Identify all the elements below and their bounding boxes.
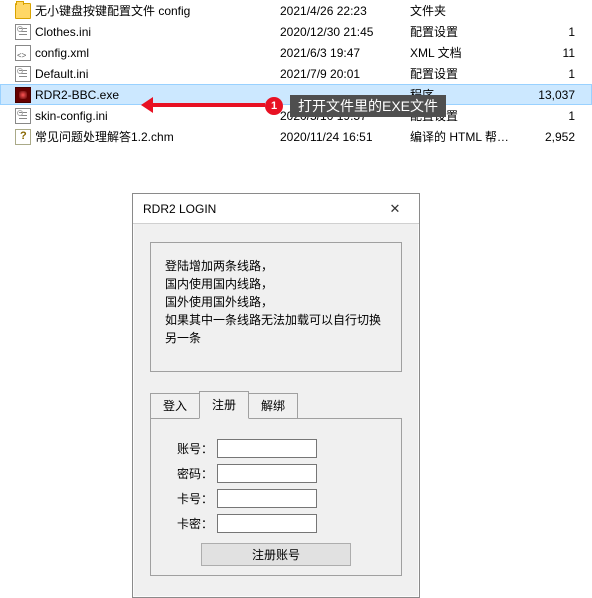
file-type: 编译的 HTML 帮… [410,128,525,145]
chm-icon [15,129,31,145]
info-panel: 登陆增加两条线路， 国内使用国内线路， 国外使用国外线路， 如果其中一条线路无法… [150,242,402,372]
annotation-arrow [145,103,265,107]
cardpwd-input[interactable] [217,514,317,533]
folder-icon [15,3,31,19]
file-date: 2021/7/9 20:01 [280,67,410,81]
register-button[interactable]: 注册账号 [201,543,351,566]
file-date: 2020/12/30 21:45 [280,25,410,39]
file-size: 1 [525,67,575,81]
tab-register[interactable]: 注册 [199,391,249,419]
tab-unbind[interactable]: 解绑 [248,393,298,419]
ini-icon [15,24,31,40]
login-window: RDR2 LOGIN 登陆增加两条线路， 国内使用国内线路， 国外使用国外线路，… [132,193,420,598]
file-type: 文件夹 [410,2,525,19]
file-name: Clothes.ini [35,25,280,39]
password-label: 密码： [167,465,213,482]
file-size: 11 [525,46,575,60]
file-name: skin-config.ini [35,109,280,123]
file-size: 2,952 [525,130,575,144]
tabs: 登入 注册 解绑 [150,393,402,419]
file-row[interactable]: 常见问题处理解答1.2.chm 2020/11/24 16:51 编译的 HTM… [0,126,592,147]
titlebar[interactable]: RDR2 LOGIN [133,194,419,224]
file-name: RDR2-BBC.exe [35,88,280,102]
exe-icon [15,87,31,103]
window-title: RDR2 LOGIN [143,202,375,216]
file-size: 13,037 [525,88,575,102]
ini-icon [15,66,31,82]
file-list: 无小键盘按键配置文件 config 2021/4/26 22:23 文件夹 Cl… [0,0,592,147]
file-size: 1 [525,109,575,123]
file-name: config.xml [35,46,280,60]
file-date: 2021/6/3 19:47 [280,46,410,60]
password-input[interactable] [217,464,317,483]
annotation-tip-1: 打开文件里的EXE文件 [290,95,446,117]
file-date: 2021/4/26 22:23 [280,4,410,18]
cardno-label: 卡号： [167,490,213,507]
xml-icon [15,45,31,61]
file-name: 无小键盘按键配置文件 config [35,2,280,19]
tab-login[interactable]: 登入 [150,393,200,419]
file-type: 配置设置 [410,23,525,40]
tab-page-register: 账号： 密码： 卡号： 卡密： 注册账号 [150,418,402,576]
close-button[interactable] [375,196,415,222]
tab-container: 登入 注册 解绑 账号： 密码： 卡号： 卡密： 注册账号 [150,392,402,575]
file-row[interactable]: config.xml 2021/6/3 19:47 XML 文档 11 [0,42,592,63]
ini-icon [15,108,31,124]
file-date: 2020/11/24 16:51 [280,130,410,144]
file-name: 常见问题处理解答1.2.chm [35,128,280,145]
account-input[interactable] [217,439,317,458]
file-type: 配置设置 [410,65,525,82]
file-size: 1 [525,25,575,39]
cardno-input[interactable] [217,489,317,508]
account-label: 账号： [167,440,213,457]
file-row[interactable]: Clothes.ini 2020/12/30 21:45 配置设置 1 [0,21,592,42]
file-type: XML 文档 [410,44,525,61]
annotation-badge-1: 1 [265,97,283,115]
file-row[interactable]: Default.ini 2021/7/9 20:01 配置设置 1 [0,63,592,84]
file-name: Default.ini [35,67,280,81]
cardpwd-label: 卡密： [167,515,213,532]
file-row[interactable]: 无小键盘按键配置文件 config 2021/4/26 22:23 文件夹 [0,0,592,21]
